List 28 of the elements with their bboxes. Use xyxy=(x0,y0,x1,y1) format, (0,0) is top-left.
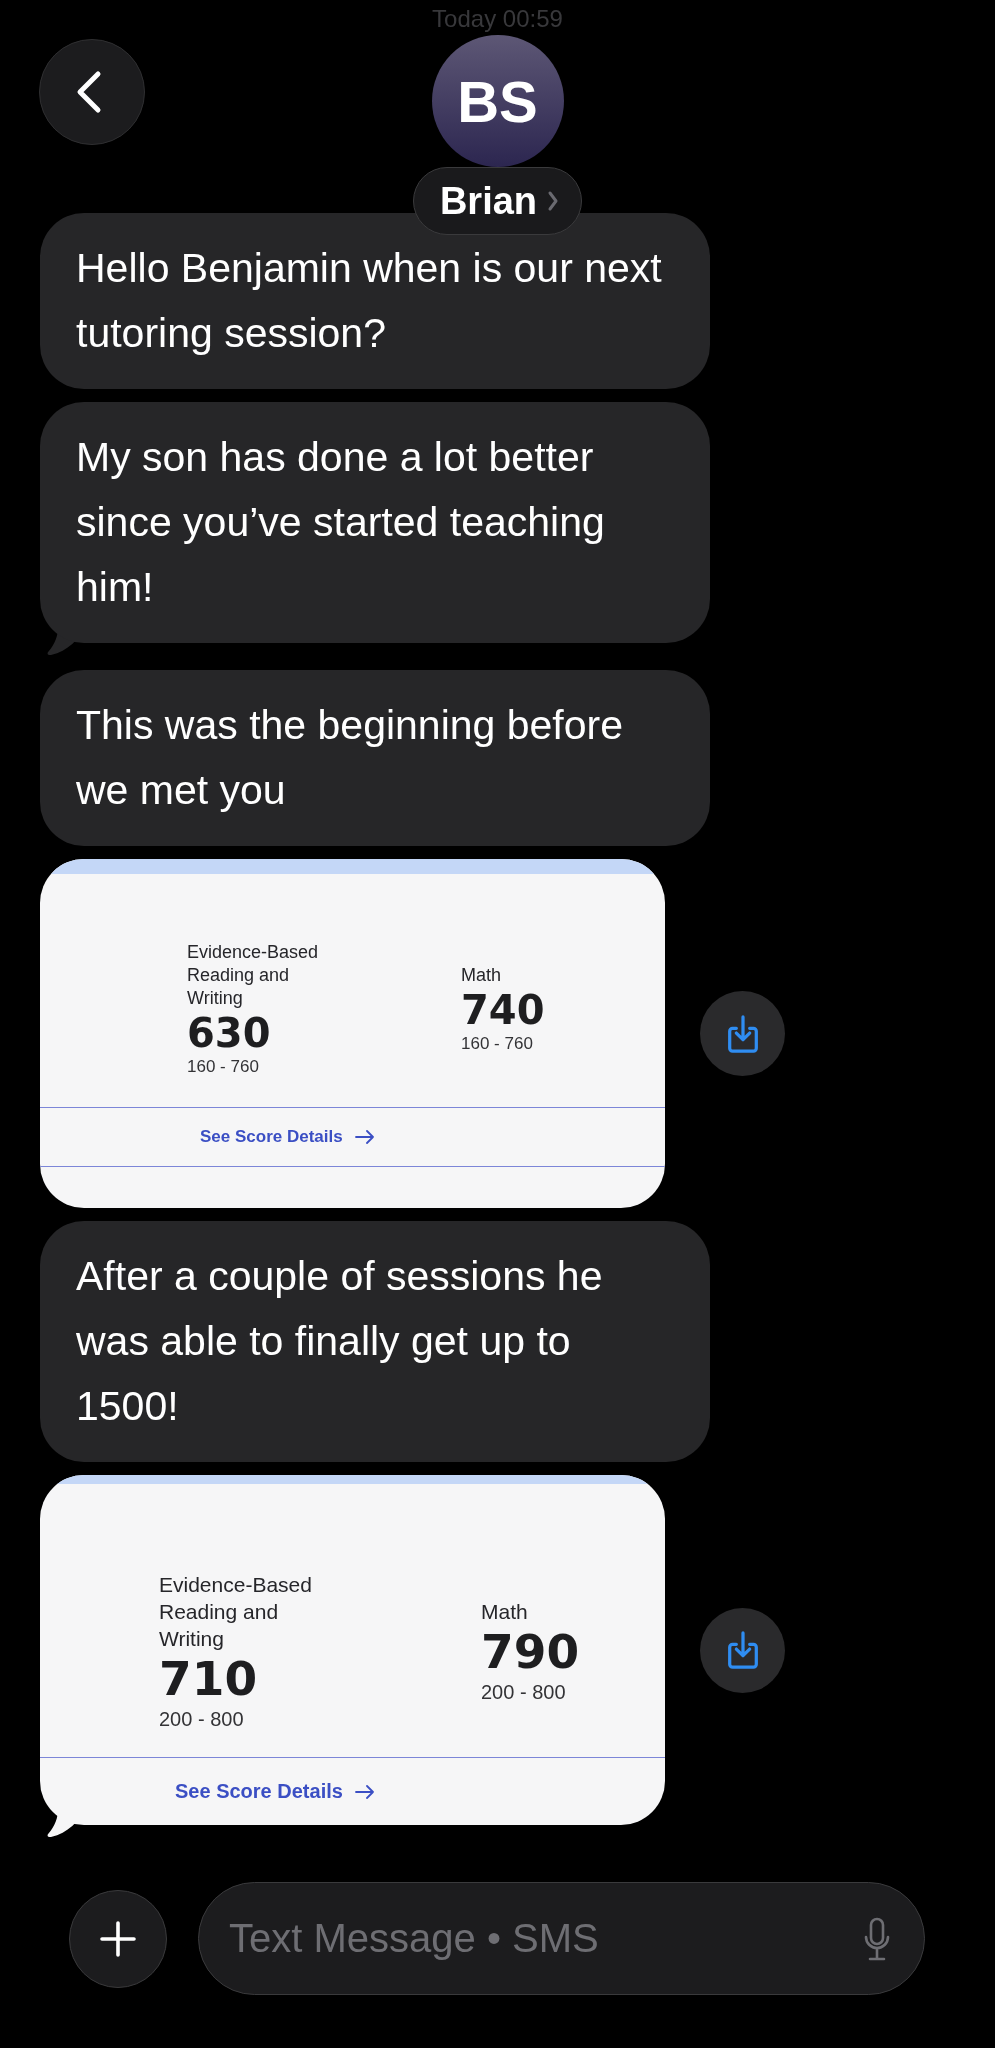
message-text: After a couple of sessions he was able to finally get up to 1500! xyxy=(76,1252,604,1431)
plus-icon[interactable] xyxy=(100,1920,136,1957)
message-input-field[interactable]: Text Message • SMS xyxy=(229,1908,852,1969)
contact-avatar[interactable]: BS xyxy=(431,35,564,167)
score-range: 200 - 800 xyxy=(481,1680,566,1706)
section-label: Math xyxy=(461,964,502,987)
section-score: 630 xyxy=(187,1010,271,1056)
section-label: Math xyxy=(481,1599,528,1625)
score-details-label: See Score Details xyxy=(175,1780,343,1803)
section-label: Evidence-Based Reading and Writing xyxy=(159,1572,313,1652)
chevron-icon[interactable] xyxy=(547,190,560,212)
arrow-icon xyxy=(354,1130,375,1144)
score-details-label: See Score Details xyxy=(200,1127,343,1147)
message-text: Hello Benjamin when is our next tutoring session? xyxy=(76,244,663,358)
message-text: My son has done a lot better since you’ve started teaching him! xyxy=(76,433,606,612)
arrow-icon xyxy=(354,1784,375,1799)
timestamp: Today 00:59 xyxy=(432,4,563,34)
score-range: 160 - 760 xyxy=(187,1056,259,1078)
section-label: Evidence-Based Reading and Writing xyxy=(187,941,320,1010)
microphone-icon[interactable] xyxy=(864,1916,890,1961)
section-score: 710 xyxy=(159,1652,258,1707)
score-range: 200 - 800 xyxy=(159,1707,244,1733)
section-score: 740 xyxy=(461,987,545,1033)
message-text: This was the beginning before we met you xyxy=(76,701,624,815)
message-input-bar[interactable]: Text Message • SMS xyxy=(198,1882,925,1995)
score-range: 160 - 760 xyxy=(461,1033,533,1055)
contact-name-button[interactable]: Brian xyxy=(412,167,583,235)
section-score: 790 xyxy=(481,1625,580,1680)
